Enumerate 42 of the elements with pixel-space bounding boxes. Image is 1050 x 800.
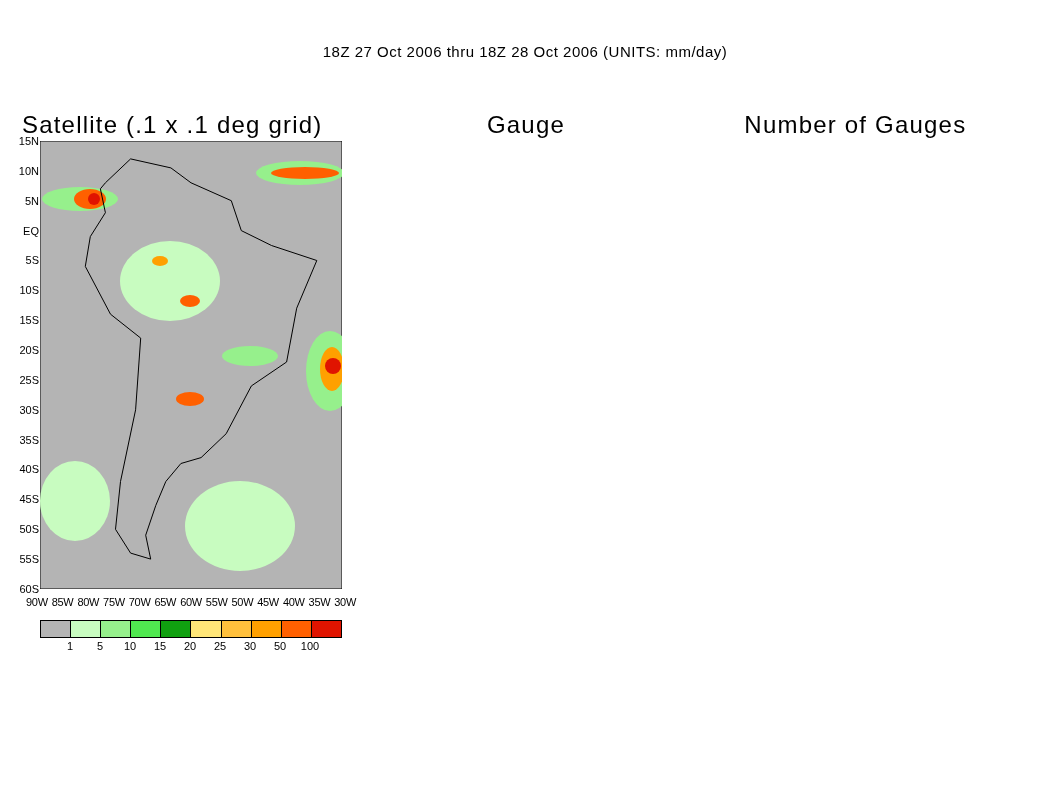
panel-title: Satellite (.1 x .1 deg grid) [22, 112, 324, 138]
plot-title: 18Z 27 Oct 2006 thru 18Z 28 Oct 2006 (UNITS: mm/day) [321, 42, 729, 60]
latitude-label: 35S [19, 433, 40, 446]
longitude-label: 55W [205, 596, 228, 608]
latitude-label: EQ [23, 224, 40, 237]
legend-label: 1 [65, 640, 75, 652]
latitude-label: 10S [19, 284, 40, 297]
latitude-label: 50S [19, 523, 40, 536]
legend-label: 50 [272, 640, 288, 652]
longitude-label: 45W [257, 596, 279, 608]
legend-label: 5 [95, 640, 105, 652]
longitude-label: 70W [128, 596, 151, 608]
latitude-label: 25S [19, 373, 40, 386]
legend-label: 25 [212, 640, 228, 652]
longitude-label: 35W [308, 596, 331, 608]
longitude-label: 30W [334, 596, 356, 608]
longitude-label: 75W [103, 596, 125, 608]
panel-title: Number of Gauges [744, 112, 967, 138]
latitude-label: 40S [19, 463, 40, 476]
longitude-label: 60W [180, 596, 202, 608]
legend-label: 30 [242, 640, 258, 652]
latitude-label: 20S [19, 344, 40, 356]
legend-label: 100 [299, 640, 321, 652]
legend-label: 20 [182, 640, 198, 652]
legend-label: 10 [122, 640, 138, 652]
latitude-label: 30S [19, 403, 40, 416]
longitude-label: 40W [282, 596, 305, 608]
legend-label: 15 [152, 640, 168, 652]
latitude-label: 15N [18, 135, 40, 147]
panel-title: Gauge [486, 112, 565, 138]
latitude-label: 45S [19, 493, 40, 506]
latitude-label: 5S [25, 254, 40, 267]
latitude-label: 15S [19, 314, 40, 327]
longitude-label: 50W [231, 596, 254, 608]
longitude-label: 85W [51, 596, 74, 608]
latitude-label: 10N [18, 164, 40, 177]
longitude-label: 65W [154, 596, 177, 608]
latitude-label: 5N [24, 194, 40, 207]
latitude-label: 60S [19, 582, 40, 595]
longitude-label: 80W [77, 596, 100, 608]
latitude-label: 55S [19, 553, 40, 566]
longitude-label: 90W [26, 596, 48, 608]
